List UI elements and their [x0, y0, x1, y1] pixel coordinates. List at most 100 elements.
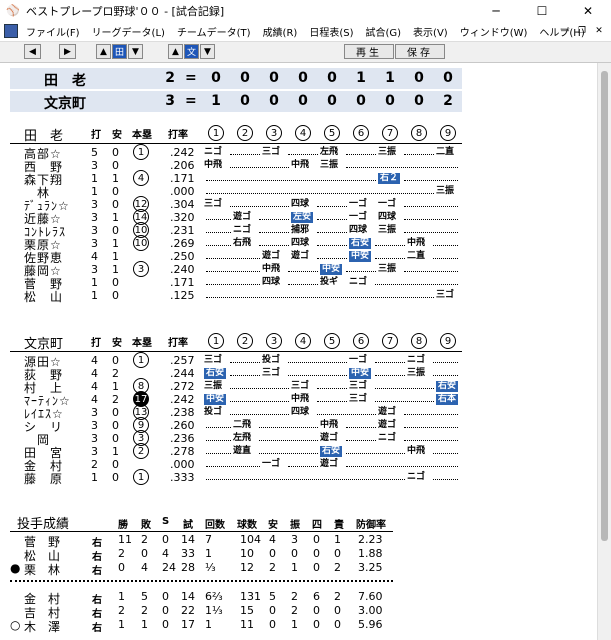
player-hits: 0 [112, 471, 119, 484]
menu-file[interactable]: ファイル(F) [20, 24, 86, 39]
pitcher-strikeouts: 1 [291, 561, 298, 574]
at-bat-result: 三振 [378, 225, 397, 235]
pitching-header: 四 [312, 520, 322, 531]
player-at-bats: 3 [91, 237, 98, 250]
result-leader [346, 154, 376, 156]
player-name: 藤 原 [24, 472, 64, 486]
pitcher-result-mark: ● [10, 561, 21, 575]
result-leader [404, 271, 458, 273]
team-bun-button[interactable]: 文 [184, 44, 199, 59]
menu-league-data[interactable]: リーグデータ(L) [86, 24, 171, 39]
result-leader [375, 362, 405, 364]
result-leader [433, 258, 458, 260]
result-leader [317, 206, 347, 208]
score-team-name: 田 老 [44, 73, 86, 89]
scrollbar-thumb[interactable] [601, 71, 608, 541]
col-hits: 安 [112, 130, 122, 141]
mdi-restore-button[interactable]: ❐ [574, 24, 590, 37]
at-bat-result: 四球 [349, 225, 368, 235]
document-icon[interactable] [4, 24, 18, 38]
result-leader [317, 414, 376, 416]
inning-header: 2 [237, 125, 253, 141]
at-bat-result: 三振 [407, 368, 426, 378]
arrow-up-icon[interactable]: ▲ [96, 44, 111, 59]
pitcher-pitches: 12 [240, 561, 254, 574]
minimize-button[interactable]: ─ [473, 0, 519, 21]
at-bat-result: 投ギ [320, 277, 339, 287]
at-bat-result: ニゴ [204, 147, 223, 157]
arrow-right-icon[interactable]: ▶ [59, 44, 76, 59]
pitcher-innings: ⅓ [205, 561, 216, 574]
at-bat-result: 右安 [436, 381, 459, 392]
pitcher-hand: 右 [92, 538, 102, 549]
arrow-left-icon[interactable]: ◀ [24, 44, 41, 59]
menu-window[interactable]: ウィンドウ(W) [454, 24, 534, 39]
at-bat-result: 一ゴ [349, 355, 368, 365]
player-at-bats: 3 [91, 445, 98, 458]
player-hits: 0 [112, 432, 119, 445]
result-leader [375, 388, 434, 390]
replay-button[interactable]: 再生 [344, 44, 394, 59]
inning-header: 1 [208, 333, 224, 349]
mdi-close-button[interactable]: ✕ [591, 24, 607, 37]
player-hits: 0 [112, 224, 119, 237]
pitcher-earned-runs: 0 [334, 618, 341, 631]
section-rule [10, 143, 462, 144]
player-hits: 0 [112, 458, 119, 471]
player-average: .269 [170, 237, 195, 250]
window-title: ベストプレープロ野球'００ - [試合記録] [26, 4, 225, 18]
at-bat-result: 遊ゴ [291, 251, 310, 261]
pitcher-era: 5.96 [358, 618, 383, 631]
at-bat-result: 一ゴ [349, 212, 368, 222]
vertical-scrollbar[interactable] [597, 63, 611, 640]
inning-header: 8 [411, 125, 427, 141]
at-bat-result: 三ゴ [349, 381, 368, 391]
menu-schedule[interactable]: 日程表(S) [303, 24, 359, 39]
result-leader [288, 284, 318, 286]
score-total: 2 [165, 70, 175, 86]
result-leader [206, 258, 260, 260]
result-leader [346, 167, 458, 169]
maximize-button[interactable]: ☐ [519, 0, 565, 21]
inning-header: 5 [324, 125, 340, 141]
player-hits: 0 [112, 159, 119, 172]
player-average: .206 [170, 159, 195, 172]
result-leader [230, 414, 289, 416]
at-bat-result: 遊ゴ [320, 433, 339, 443]
menu-team-data[interactable]: チームデータ(T) [171, 24, 257, 39]
menu-game[interactable]: 試合(G) [359, 24, 407, 39]
pitcher-era: 7.60 [358, 590, 383, 603]
mdi-minimize-button[interactable]: — [557, 24, 573, 37]
result-leader [206, 440, 231, 442]
menu-view[interactable]: 表示(V) [407, 24, 454, 39]
player-hits: 0 [112, 146, 119, 159]
team-ta-button[interactable]: 田 [112, 44, 127, 59]
pitcher-games: 28 [181, 561, 195, 574]
result-leader [230, 375, 260, 377]
close-button[interactable]: ✕ [565, 0, 611, 21]
arrow-down-icon[interactable]: ▼ [128, 44, 143, 59]
player-average: .250 [170, 250, 195, 263]
at-bat-result: 左安 [291, 212, 314, 223]
player-average: .242 [170, 146, 195, 159]
arrow-up-icon-2[interactable]: ▲ [168, 44, 183, 59]
player-at-bats: 3 [91, 224, 98, 237]
pitcher-strikeouts: 2 [291, 590, 298, 603]
pitcher-era: 3.00 [358, 604, 383, 617]
pitcher-losses: 5 [141, 590, 148, 603]
menu-records[interactable]: 成績(R) [257, 24, 304, 39]
pitcher-walks: 0 [313, 533, 320, 546]
at-bat-result: 三振 [378, 264, 397, 274]
result-leader [404, 232, 458, 234]
col-at-bats: 打 [91, 338, 101, 349]
arrow-down-icon-2[interactable]: ▼ [200, 44, 215, 59]
player-average: .000 [170, 185, 195, 198]
pitching-header: 責 [334, 520, 344, 531]
score-inning-cell: 1 [211, 93, 221, 109]
at-bat-result: 四球 [378, 212, 397, 222]
save-button[interactable]: 保存 [395, 44, 445, 59]
app-icon: ⚾ [6, 4, 20, 17]
result-leader [259, 440, 318, 442]
inning-header: 8 [411, 333, 427, 349]
result-leader [206, 193, 434, 195]
